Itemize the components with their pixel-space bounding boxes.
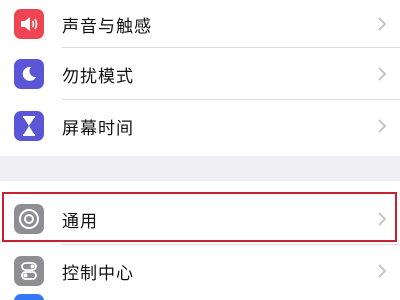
moon-icon: [14, 59, 44, 89]
chevron-right-icon: [378, 17, 387, 31]
settings-group-2: 通用 控制中心: [0, 181, 400, 300]
general-label: 通用: [62, 211, 98, 232]
settings-row-screen-time[interactable]: 屏幕时间: [0, 100, 400, 152]
hourglass-icon: [14, 111, 44, 141]
settings-row-sounds[interactable]: 声音与触感: [0, 0, 400, 48]
sounds-label: 声音与触感: [62, 16, 152, 37]
partial-settings-icon: [14, 294, 44, 300]
chevron-right-icon: [378, 264, 387, 278]
chevron-right-icon: [378, 212, 387, 226]
gear-icon: [14, 204, 44, 234]
settings-group-1: 声音与触感 勿扰模式 屏幕时间: [0, 0, 400, 156]
do-not-disturb-label: 勿扰模式: [62, 66, 134, 87]
chevron-right-icon: [378, 119, 387, 133]
chevron-right-icon: [378, 67, 387, 81]
switches-icon: [14, 256, 44, 286]
screen-time-label: 屏幕时间: [62, 118, 134, 139]
settings-row-control-center[interactable]: 控制中心: [0, 245, 400, 297]
settings-row-do-not-disturb[interactable]: 勿扰模式: [0, 48, 400, 100]
settings-screen: 声音与触感 勿扰模式 屏幕时间 通用 控制中心: [0, 0, 400, 300]
control-center-label: 控制中心: [62, 263, 134, 284]
settings-row-general[interactable]: 通用: [0, 193, 400, 245]
speaker-icon: [14, 9, 44, 39]
